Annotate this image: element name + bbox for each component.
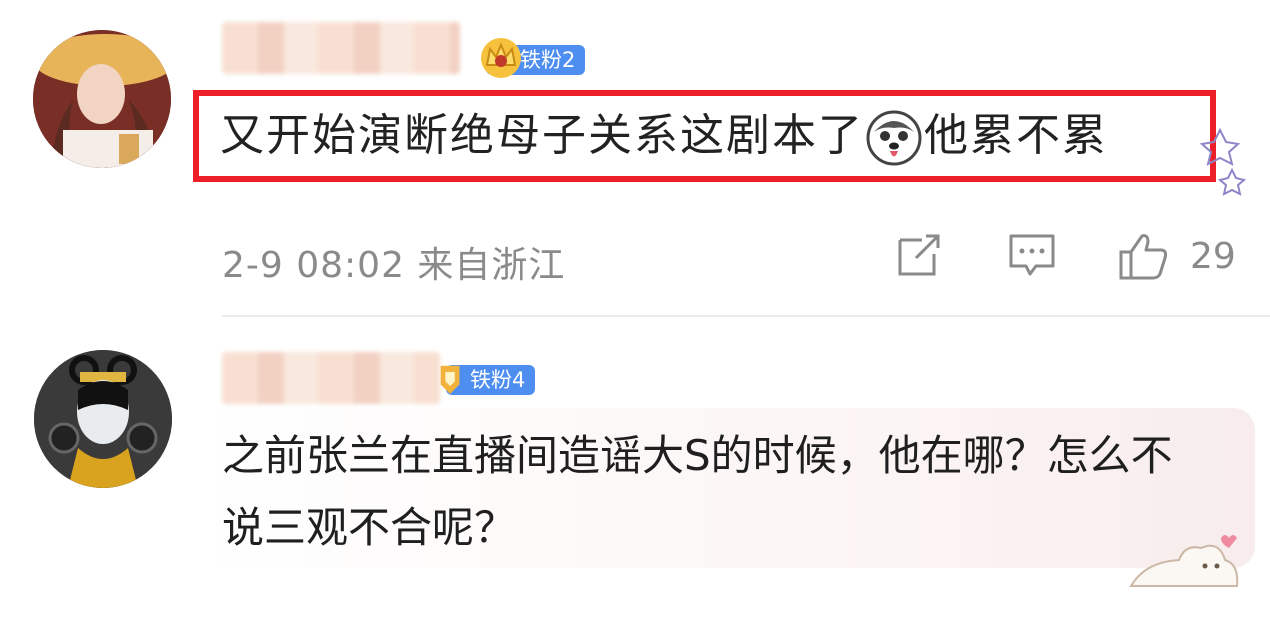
share-icon[interactable]: [896, 232, 942, 278]
husky-emoji-icon: [866, 110, 922, 166]
avatar[interactable]: [34, 350, 172, 488]
fan-badge[interactable]: 铁粉2: [481, 38, 586, 78]
level-shield-icon: [440, 365, 460, 394]
badge-label: 铁粉2: [520, 48, 576, 72]
avatar[interactable]: [33, 30, 171, 168]
avatar-image: [33, 30, 171, 168]
avatar-image: [34, 350, 172, 488]
cat-sticker-decoration: [1129, 535, 1239, 587]
username-blurred[interactable]: [222, 352, 440, 404]
username-blurred[interactable]: [222, 22, 460, 74]
divider: [222, 315, 1270, 317]
comment-meta: 2-9 08:02 来自浙江: [222, 245, 566, 286]
comment-text-part: 他累不累: [924, 110, 1108, 161]
crown-icon: [481, 38, 521, 78]
fan-badge[interactable]: 铁粉4: [440, 365, 536, 395]
comment-text-part: 又开始演断绝母子关系这剧本了: [220, 110, 864, 161]
badge-label: 铁粉4: [470, 368, 526, 392]
thumbs-up-icon[interactable]: [1118, 232, 1168, 280]
sticker-decoration: [1199, 127, 1247, 196]
comment-text: 之前张兰在直播间造谣大S的时候，他在哪？怎么不说三观不合呢？: [222, 431, 1173, 552]
like-count: 29: [1190, 236, 1236, 277]
comment-text: 又开始演断绝母子关系这剧本了 他累不累: [220, 106, 1108, 166]
comment-icon[interactable]: [1008, 232, 1056, 278]
